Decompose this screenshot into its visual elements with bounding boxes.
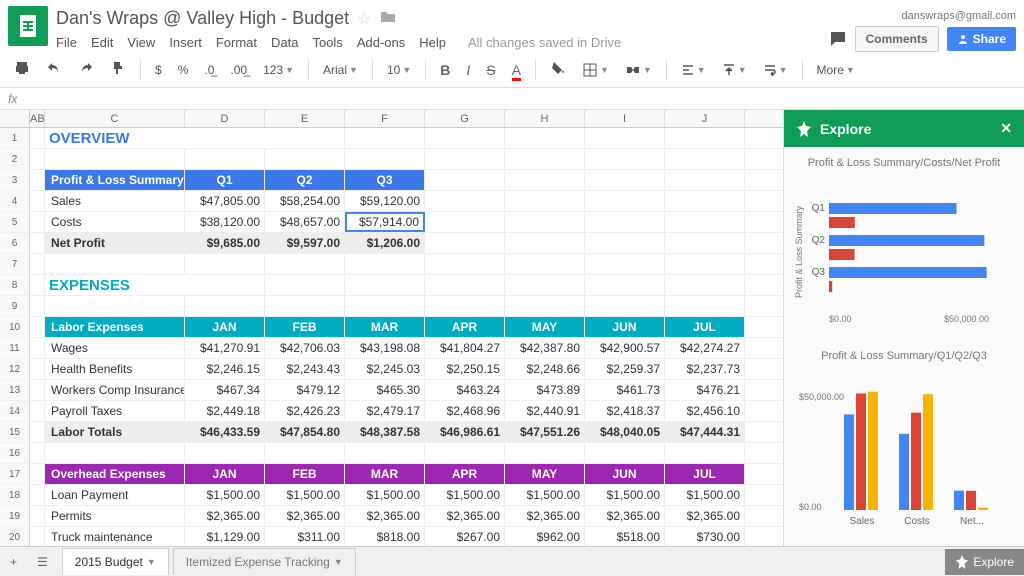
folder-icon[interactable] [380,8,396,29]
paint-format-icon[interactable] [104,56,132,83]
print-icon[interactable] [8,56,36,83]
comments-button[interactable]: Comments [855,26,939,52]
merge-icon[interactable]: ▼ [619,58,658,82]
increase-decimal[interactable]: .00̲ [224,61,253,79]
strike-icon[interactable]: S [480,58,501,82]
bold-icon[interactable]: B [434,58,456,82]
save-status: All changes saved in Drive [468,35,621,50]
font-size-select[interactable]: 10▼ [381,61,417,79]
percent-icon[interactable]: % [172,61,195,79]
spreadsheet-grid[interactable]: ABCDEFGHIJ 1OVERVIEW23Profit & Loss Summ… [0,110,783,546]
doc-title[interactable]: Dan's Wraps @ Valley High - Budget [56,8,349,29]
close-icon[interactable]: ✕ [1000,120,1012,137]
explore-panel: Explore ✕ Profit & Loss Summary/Costs/Ne… [783,110,1024,546]
svg-text:Costs: Costs [904,516,930,527]
zoom-select[interactable]: 123▼ [257,61,300,79]
menubar: File Edit View Insert Format Data Tools Add-ons… [56,31,829,50]
menu-add-ons[interactable]: Add-ons [357,35,405,50]
svg-text:Profit & Loss Summary: Profit & Loss Summary [794,205,804,298]
menu-data[interactable]: Data [271,35,298,50]
borders-icon[interactable]: ▼ [576,58,615,82]
menu-help[interactable]: Help [419,35,446,50]
svg-text:Q1: Q1 [812,203,826,214]
undo-icon[interactable] [40,56,68,83]
svg-text:Sales: Sales [849,516,874,527]
toolbar: $ % .0̲ .00̲ 123▼ Arial▼ 10▼ B I S A ▼ ▼… [0,52,1024,88]
redo-icon[interactable] [72,56,100,83]
explore-title: Explore [820,121,871,137]
currency-icon[interactable]: $ [149,61,168,79]
menu-tools[interactable]: Tools [312,35,342,50]
italic-icon[interactable]: I [460,58,476,82]
fill-color-icon[interactable] [544,56,572,83]
tab-2015-budget[interactable]: 2015 Budget▼ [62,548,169,575]
svg-text:Q3: Q3 [812,267,826,278]
account-email[interactable]: danswraps@gmail.com [902,10,1017,22]
add-sheet-icon[interactable]: + [0,549,27,575]
text-color-icon[interactable]: A [506,58,527,82]
svg-text:$50,000.00: $50,000.00 [799,392,844,402]
font-select[interactable]: Arial▼ [317,61,364,79]
fx-label: fx [8,92,17,106]
all-sheets-icon[interactable]: ☰ [27,549,58,575]
menu-insert[interactable]: Insert [169,35,202,50]
more-menu[interactable]: More▼ [811,61,861,79]
wrap-icon[interactable]: ▼ [757,59,794,81]
decrease-decimal[interactable]: .0̲ [198,61,220,79]
sheets-logo[interactable] [8,6,48,46]
svg-text:Net...: Net... [960,516,984,527]
chat-icon[interactable] [829,30,847,48]
menu-format[interactable]: Format [216,35,257,50]
valign-icon[interactable]: ▼ [716,59,753,81]
menu-edit[interactable]: Edit [91,35,113,50]
explore-toggle[interactable]: Explore [945,549,1024,575]
menu-view[interactable]: View [127,35,155,50]
svg-text:$0.00: $0.00 [829,314,852,324]
share-button[interactable]: Share [947,27,1016,51]
star-icon[interactable]: ☆ [357,9,371,29]
svg-text:$50,000.00: $50,000.00 [944,314,989,324]
tab-itemized[interactable]: Itemized Expense Tracking▼ [173,548,356,575]
menu-file[interactable]: File [56,35,77,50]
svg-text:Q2: Q2 [812,235,826,246]
svg-text:$0.00: $0.00 [799,502,822,512]
halign-icon[interactable]: ▼ [675,59,712,81]
